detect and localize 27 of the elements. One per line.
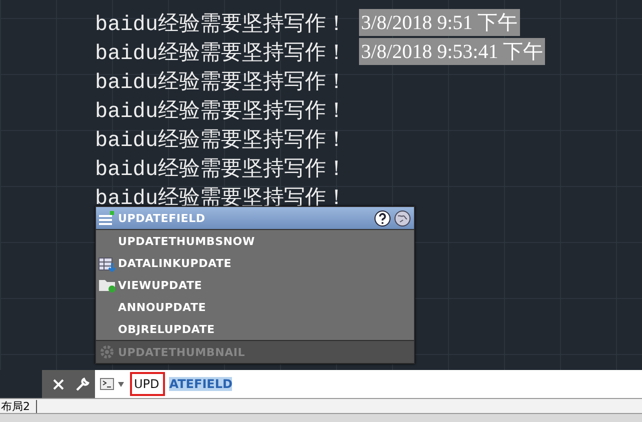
- autocomplete-item[interactable]: OBJRELUPDATE: [96, 318, 414, 340]
- completion-text: ATEFIELD: [169, 377, 232, 391]
- command-field[interactable]: UPD ATEFIELD: [95, 370, 642, 398]
- caret-icon: [118, 382, 124, 386]
- typed-text: UPD: [130, 372, 166, 396]
- field-icon: [98, 210, 116, 226]
- date-field: 3/8/2018 9:53:41 下午: [359, 38, 546, 65]
- autocomplete-item[interactable]: VIEWUPDATE: [96, 274, 414, 296]
- folder-icon: [98, 277, 116, 293]
- autocomplete-item[interactable]: UPDATETHUMBSNOW: [96, 230, 414, 252]
- drawing-text: baidu经验需要坚持写作！: [95, 12, 348, 36]
- close-icon[interactable]: [53, 378, 64, 390]
- gear-icon: [99, 344, 115, 360]
- table-link-icon: [98, 254, 116, 272]
- drawing-text: baidu经验需要坚持写作！: [95, 128, 348, 152]
- autocomplete-item[interactable]: UPDATEFIELD: [96, 207, 414, 230]
- drawing-text: baidu经验需要坚持写作！: [95, 156, 348, 182]
- autocomplete-item[interactable]: ANNOUPDATE: [96, 296, 414, 318]
- date-field: 3/8/2018 9:51 下午: [359, 9, 520, 36]
- wrench-icon[interactable]: [74, 376, 90, 392]
- drawing-text: baidu经验需要坚持写作！: [95, 70, 348, 94]
- autocomplete-item[interactable]: DATALINKUPDATE: [96, 252, 414, 274]
- prompt-icon: [100, 378, 114, 390]
- command-bar-handle[interactable]: [42, 370, 95, 398]
- help-icon[interactable]: [374, 210, 391, 226]
- drawing-text: baidu经验需要坚持写作！: [95, 98, 348, 124]
- drawing-text: baidu经验需要坚持写作！: [95, 40, 348, 66]
